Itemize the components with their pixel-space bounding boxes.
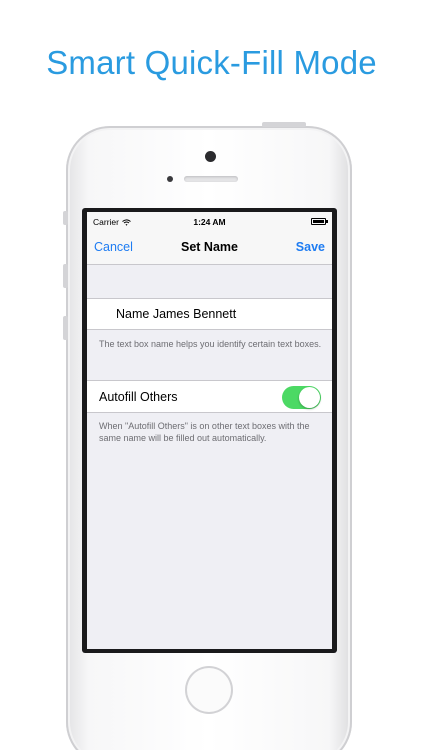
phone-screen: Carrier 1:24 AM Cancel Set Name Save Nam… xyxy=(87,212,332,649)
name-field-footnote: The text box name helps you identify cer… xyxy=(99,339,322,349)
headline: Smart Quick-Fill Mode xyxy=(46,44,377,81)
power-button xyxy=(262,122,306,127)
autofill-others-toggle[interactable] xyxy=(282,386,321,409)
autofill-footnote: When "Autofill Others" is on other text … xyxy=(99,421,310,443)
battery-icon xyxy=(311,218,328,225)
volume-up-button xyxy=(63,264,68,288)
earpiece-speaker xyxy=(184,176,238,182)
name-field-cell[interactable]: Name James Bennett xyxy=(87,298,332,330)
autofill-others-label: Autofill Others xyxy=(99,390,178,404)
status-time: 1:24 AM xyxy=(193,217,226,227)
navigation-bar: Cancel Set Name Save xyxy=(87,232,332,265)
proximity-sensor xyxy=(167,176,173,182)
front-camera xyxy=(205,151,216,162)
app-store-screenshot: Smart Quick-Fill Mode Carrier 1:24 AM Ca… xyxy=(0,0,423,750)
autofill-others-cell: Autofill Others xyxy=(87,380,332,413)
status-bar: Carrier 1:24 AM xyxy=(87,212,332,232)
home-button xyxy=(185,666,233,714)
toggle-knob xyxy=(299,387,320,408)
name-field-input[interactable]: Name James Bennett xyxy=(116,307,236,321)
volume-down-button xyxy=(63,316,68,340)
save-button[interactable]: Save xyxy=(296,240,325,254)
mute-switch xyxy=(63,211,68,225)
